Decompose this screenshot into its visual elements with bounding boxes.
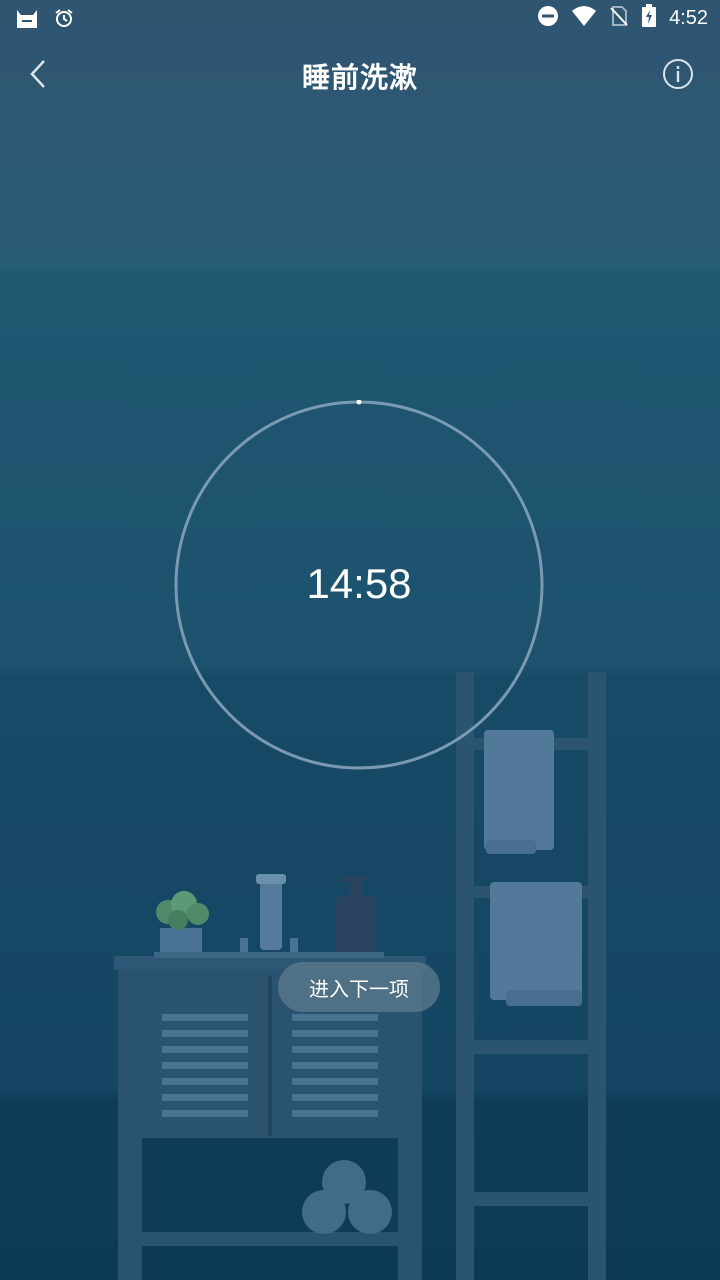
info-button[interactable]	[662, 58, 694, 90]
battery-charging-icon	[641, 4, 657, 32]
countdown-timer: 14:58	[174, 400, 544, 770]
page-title: 睡前洗漱	[301, 61, 418, 94]
timer-value: 14:58	[306, 560, 412, 607]
timer-progress-dot	[356, 400, 362, 405]
app-cat-icon	[14, 6, 40, 34]
wifi-icon	[571, 5, 597, 31]
status-time: 4:52	[669, 6, 708, 29]
app-header: 睡前洗漱	[0, 38, 720, 114]
next-item-button[interactable]: 进入下一项	[278, 962, 440, 1012]
no-sim-icon	[609, 5, 629, 31]
do-not-disturb-icon	[537, 5, 559, 31]
info-icon	[663, 59, 693, 89]
alarm-icon	[54, 8, 74, 32]
counter-items-illustration	[154, 874, 384, 958]
status-bar: 4:52	[0, 0, 720, 38]
